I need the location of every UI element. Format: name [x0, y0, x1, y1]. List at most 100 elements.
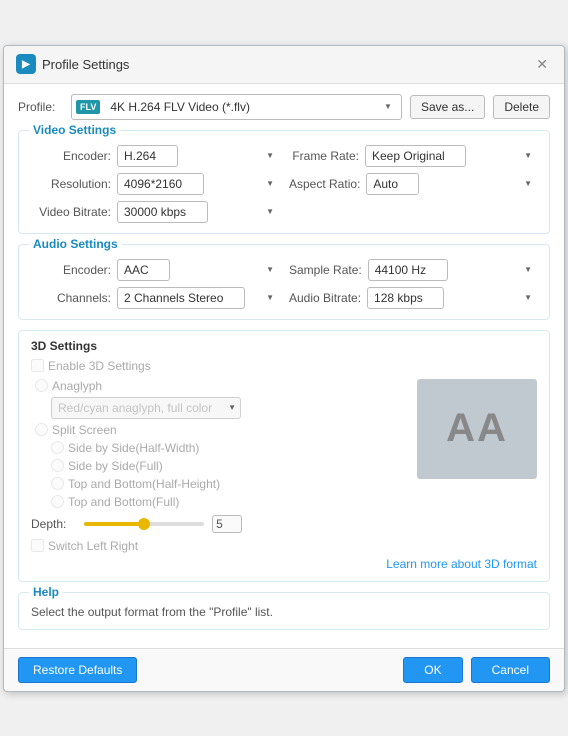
anaglyph-radio[interactable] — [35, 379, 48, 392]
help-title: Help — [29, 585, 63, 599]
help-section: Help Select the output format from the "… — [18, 592, 550, 630]
learn-more-row: Learn more about 3D format — [31, 557, 537, 571]
enable-3d-checkbox[interactable] — [31, 359, 44, 372]
delete-button[interactable]: Delete — [493, 95, 550, 119]
audio-encoder-select[interactable]: AAC — [117, 259, 170, 281]
sample-rate-label: Sample Rate: — [289, 263, 362, 277]
aspect-ratio-select[interactable]: Auto — [366, 173, 419, 195]
split-option-4-radio[interactable] — [51, 495, 64, 508]
split-option-2-radio[interactable] — [51, 459, 64, 472]
3d-settings-title: 3D Settings — [31, 339, 537, 353]
audio-left: Encoder: AAC Channels: 2 Channels Stereo — [31, 259, 279, 309]
app-icon: ▶ — [16, 54, 36, 74]
preview-aa-text: AA — [446, 406, 508, 451]
audio-settings-title: Audio Settings — [29, 237, 122, 251]
profile-row: Profile: FLV 4K H.264 FLV Video (*.flv) … — [18, 94, 550, 120]
anaglyph-select-wrap: Red/cyan anaglyph, full color — [51, 397, 407, 419]
encoder-select[interactable]: H.264 — [117, 145, 178, 167]
3d-preview: AA — [417, 379, 537, 479]
title-bar: ▶ Profile Settings ✕ — [4, 46, 564, 84]
channels-label: Channels: — [31, 291, 111, 305]
audio-bitrate-select-wrapper[interactable]: 128 kbps — [367, 287, 537, 309]
video-bitrate-label: Video Bitrate: — [31, 205, 111, 219]
3d-layout: Anaglyph Red/cyan anaglyph, full color S… — [31, 379, 537, 553]
footer-right: OK Cancel — [403, 657, 550, 683]
channels-row: Channels: 2 Channels Stereo — [31, 287, 279, 309]
footer: Restore Defaults OK Cancel — [4, 648, 564, 691]
video-settings-section: Video Settings Encoder: H.264 Resolution… — [18, 130, 550, 234]
audio-right: Sample Rate: 44100 Hz Audio Bitrate: 128… — [289, 259, 537, 309]
encoder-row: Encoder: H.264 — [31, 145, 279, 167]
audio-settings-grid: Encoder: AAC Channels: 2 Channels Stereo — [31, 259, 537, 309]
video-bitrate-select[interactable]: 30000 kbps — [117, 201, 208, 223]
audio-bitrate-label: Audio Bitrate: — [289, 291, 361, 305]
restore-defaults-button[interactable]: Restore Defaults — [18, 657, 137, 683]
sample-rate-select[interactable]: 44100 Hz — [368, 259, 448, 281]
split-option-3-label: Top and Bottom(Half-Height) — [68, 477, 220, 491]
switch-left-right-checkbox[interactable] — [31, 539, 44, 552]
frame-rate-label: Frame Rate: — [289, 149, 359, 163]
video-right: Frame Rate: Keep Original Aspect Ratio: … — [289, 145, 537, 223]
cancel-button[interactable]: Cancel — [471, 657, 550, 683]
profile-select-container: FLV 4K H.264 FLV Video (*.flv) — [71, 94, 402, 120]
audio-settings-section: Audio Settings Encoder: AAC Channels: — [18, 244, 550, 320]
aspect-ratio-select-wrapper[interactable]: Auto — [366, 173, 537, 195]
channels-select[interactable]: 2 Channels Stereo — [117, 287, 245, 309]
video-bitrate-select-wrapper[interactable]: 30000 kbps — [117, 201, 279, 223]
resolution-select[interactable]: 4096*2160 — [117, 173, 204, 195]
sample-rate-row: Sample Rate: 44100 Hz — [289, 259, 537, 281]
enable-3d-label: Enable 3D Settings — [48, 359, 151, 373]
depth-row: Depth: — [31, 515, 407, 533]
audio-encoder-select-wrapper[interactable]: AAC — [117, 259, 279, 281]
resolution-select-wrapper[interactable]: 4096*2160 — [117, 173, 279, 195]
audio-encoder-label: Encoder: — [31, 263, 111, 277]
split-option-1-label: Side by Side(Half-Width) — [68, 441, 199, 455]
audio-bitrate-select[interactable]: 128 kbps — [367, 287, 444, 309]
learn-more-link[interactable]: Learn more about 3D format — [386, 557, 537, 571]
profile-settings-dialog: ▶ Profile Settings ✕ Profile: FLV 4K H.2… — [3, 45, 565, 692]
split-screen-label: Split Screen — [52, 423, 117, 437]
frame-rate-select[interactable]: Keep Original — [365, 145, 466, 167]
sample-rate-select-wrapper[interactable]: 44100 Hz — [368, 259, 537, 281]
depth-value-input[interactable] — [212, 515, 242, 533]
save-as-button[interactable]: Save as... — [410, 95, 485, 119]
audio-bitrate-row: Audio Bitrate: 128 kbps — [289, 287, 537, 309]
3d-controls: Anaglyph Red/cyan anaglyph, full color S… — [31, 379, 407, 553]
ok-button[interactable]: OK — [403, 657, 462, 683]
switch-left-right-label: Switch Left Right — [48, 539, 138, 553]
anaglyph-select[interactable]: Red/cyan anaglyph, full color — [51, 397, 241, 419]
depth-slider[interactable] — [84, 522, 204, 526]
video-bitrate-row: Video Bitrate: 30000 kbps — [31, 201, 279, 223]
video-settings-title: Video Settings — [29, 123, 120, 137]
resolution-label: Resolution: — [31, 177, 111, 191]
depth-label: Depth: — [31, 517, 76, 531]
split-screen-row: Split Screen — [35, 423, 407, 437]
split-option-3-radio[interactable] — [51, 477, 64, 490]
split-option-2-row: Side by Side(Full) — [51, 459, 407, 473]
video-left: Encoder: H.264 Resolution: 4096*2160 — [31, 145, 279, 223]
video-settings-grid: Encoder: H.264 Resolution: 4096*2160 — [31, 145, 537, 223]
split-option-4-row: Top and Bottom(Full) — [51, 495, 407, 509]
split-option-3-row: Top and Bottom(Half-Height) — [51, 477, 407, 491]
help-text: Select the output format from the "Profi… — [31, 605, 537, 619]
profile-select[interactable]: 4K H.264 FLV Video (*.flv) — [104, 97, 397, 117]
anaglyph-label: Anaglyph — [52, 379, 102, 393]
content-area: Profile: FLV 4K H.264 FLV Video (*.flv) … — [4, 84, 564, 648]
frame-rate-row: Frame Rate: Keep Original — [289, 145, 537, 167]
profile-label: Profile: — [18, 100, 63, 114]
audio-encoder-row: Encoder: AAC — [31, 259, 279, 281]
aspect-ratio-row: Aspect Ratio: Auto — [289, 173, 537, 195]
close-button[interactable]: ✕ — [532, 54, 552, 75]
frame-rate-select-wrapper[interactable]: Keep Original — [365, 145, 537, 167]
app-icon-symbol: ▶ — [22, 59, 30, 70]
enable-3d-row: Enable 3D Settings — [31, 359, 537, 373]
encoder-label: Encoder: — [31, 149, 111, 163]
profile-select-wrapper[interactable]: 4K H.264 FLV Video (*.flv) — [104, 97, 397, 117]
anaglyph-select-wrapper[interactable]: Red/cyan anaglyph, full color — [51, 397, 241, 419]
anaglyph-row: Anaglyph — [35, 379, 407, 393]
channels-select-wrapper[interactable]: 2 Channels Stereo — [117, 287, 279, 309]
encoder-select-wrapper[interactable]: H.264 — [117, 145, 279, 167]
split-option-1-radio[interactable] — [51, 441, 64, 454]
resolution-row: Resolution: 4096*2160 — [31, 173, 279, 195]
split-screen-radio[interactable] — [35, 423, 48, 436]
